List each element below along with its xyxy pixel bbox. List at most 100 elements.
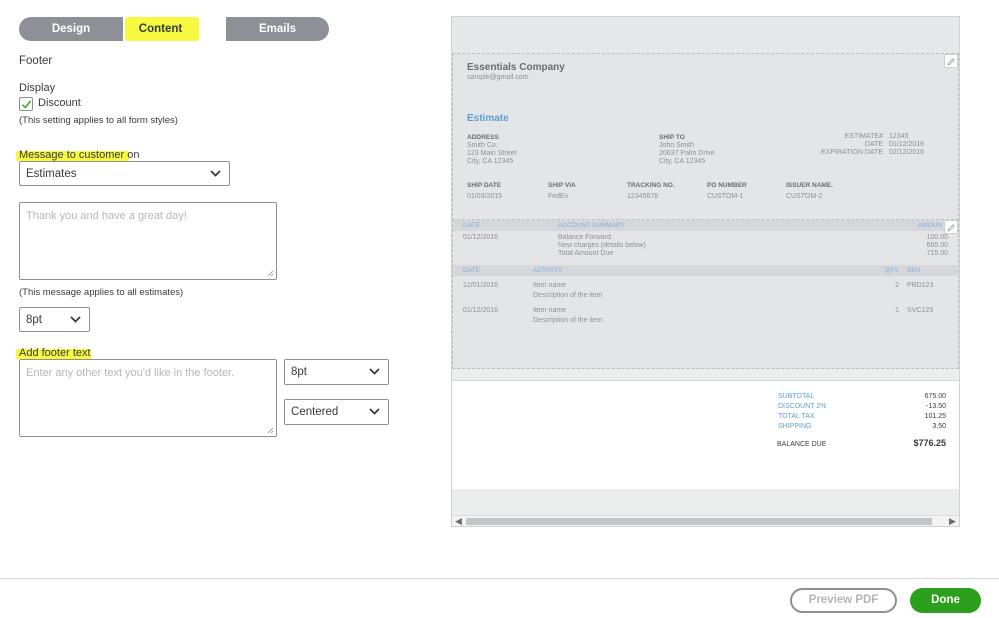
chevron-down-icon [369,368,380,375]
scrollbar-thumb[interactable] [466,518,932,525]
tab-emails[interactable]: Emails [226,17,329,41]
message-form-select[interactable]: Estimates [19,161,230,186]
balance-value: $776.25 [913,438,946,448]
resize-handle-icon[interactable] [267,270,274,277]
meta-label: ESTIMATE# [844,133,883,140]
ship-value: 01/03/2015 [467,193,503,200]
footer-placeholder: Enter any other text you'd like in the f… [26,367,235,379]
ship-value: FedEx [548,193,569,200]
company-email: sample@gmail.com [467,74,529,81]
tab-content-label: Content [138,23,183,35]
preview-header-band [452,17,959,53]
ship-header: SHIP VIA [548,182,576,189]
activity-header: ACTIVITY [533,267,563,274]
resize-handle-icon[interactable] [267,427,274,434]
edit-pencil-icon[interactable] [944,54,958,68]
activity-header: QTY [885,267,899,274]
tab-design[interactable]: Design [19,17,123,41]
preview-horizontal-scrollbar[interactable]: ◀ ▶ [452,515,959,526]
section-title: Footer [19,55,53,67]
shipto-label: SHIP TO [659,134,685,141]
activity-name: Item name [533,282,567,289]
total-value: 3.50 [932,423,946,430]
footer-size-select[interactable]: 8pt [284,359,389,385]
chevron-down-icon [210,169,221,177]
chevron-down-icon [369,408,380,415]
preview-divider [452,369,959,381]
total-label: DISCOUNT 2% [778,403,827,410]
summary-row-value: 715.00 [926,250,948,257]
activity-name: Item name [533,307,567,314]
ship-value: CUSTOM-1 [707,193,744,200]
summary-header: AMOUN [918,222,943,229]
footer-textarea[interactable]: Enter any other text you'd like in the f… [19,359,277,437]
activity-desc: Description of the item [533,292,603,299]
check-icon [22,100,32,109]
chevron-down-icon [70,315,81,323]
ship-header: SHIP DATE [467,182,502,189]
total-value: -13.50 [926,403,946,410]
summary-date: 01/12/2016 [463,234,499,241]
preview-pdf-button[interactable]: Preview PDF [790,588,897,613]
discount-checkbox[interactable] [19,97,33,111]
activity-date: 01/12/2016 [463,307,499,314]
meta-value: 01/12/2016 [889,141,925,148]
activity-sku: PRD123 [907,282,934,289]
activity-qty: 1 [895,307,899,314]
meta-label: DATE [864,141,883,148]
footer-size-value: 8pt [291,366,307,378]
scroll-left-icon[interactable]: ◀ [455,516,462,526]
message-note: (This message applies to all estimates) [19,287,184,298]
preview-footer-band [452,489,959,515]
shipto-line: City, CA 12345 [659,158,706,165]
doc-title: Estimate [467,113,509,124]
meta-label: EXPIRATION DATE [821,149,883,156]
meta-value: 12345 [889,133,909,140]
preview-table-section[interactable]: DATE ACCOUNT SUMMARY AMOUN 01/12/2016 Ba… [452,219,959,369]
total-label: SHIPPING [778,423,812,430]
message-label: Message to customer on [19,149,140,161]
ship-value: CUSTOM-2 [786,193,823,200]
preview-header-section[interactable]: Essentials Company sample@gmail.com Esti… [452,53,959,221]
discount-note: (This setting applies to all form styles… [19,115,178,126]
summary-header-row [453,220,958,231]
summary-row-label: Balance Forward [558,234,611,241]
discount-label: Discount [38,97,81,109]
summary-row-label: Total Amount Due [558,250,614,257]
balance-label: BALANCE DUE [777,441,827,448]
footer-align-value: Centered [291,406,339,418]
summary-header: DATE [463,222,480,229]
company-name: Essentials Company [467,62,565,73]
activity-date: 12/01/2016 [463,282,499,289]
message-size-select[interactable]: 8pt [19,307,90,332]
message-form-value: Estimates [26,167,77,180]
ship-header: ISSUER NAME. [786,182,833,189]
display-label: Display [19,82,56,94]
tab-content[interactable]: Content [123,17,226,41]
form-preview: Essentials Company sample@gmail.com Esti… [451,16,960,527]
address-line: City, CA 12345 [467,158,514,165]
message-textarea[interactable]: Thank you and have a great day! [19,202,277,280]
edit-pencil-icon[interactable] [944,220,958,234]
activity-sku: SVC123 [907,307,934,314]
activity-header: DATE [463,267,480,274]
done-button[interactable]: Done [910,588,981,613]
ship-header: PO NUMBER [707,182,747,189]
message-size-value: 8pt [26,313,42,326]
ship-header: TRACKING NO. [627,182,675,189]
address-line: 123 Main Street [467,150,517,157]
address-label: ADDRESS [467,134,499,141]
shipto-line: 20637 Palm Drive [659,150,715,157]
scroll-right-icon[interactable]: ▶ [949,516,956,526]
footer-label: Add footer text [19,347,91,359]
ship-value: 12345678 [627,193,659,200]
activity-header: SKU [907,267,921,274]
footer-align-select[interactable]: Centered [284,399,389,425]
message-placeholder: Thank you and have a great day! [26,210,187,222]
summary-header: ACCOUNT SUMMARY [558,222,625,229]
shipto-line: John Smith [659,142,695,149]
activity-desc: Description of the item [533,317,603,324]
total-value: 675.00 [924,393,946,400]
activity-header-row [453,265,958,276]
meta-value: 02/12/2016 [889,149,925,156]
